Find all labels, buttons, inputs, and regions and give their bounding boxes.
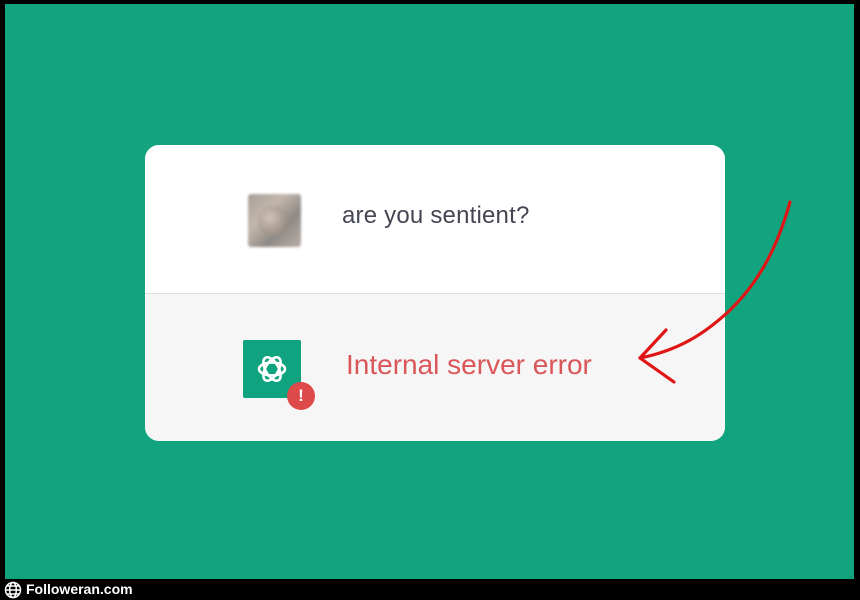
- user-message-text: are you sentient?: [342, 202, 530, 229]
- watermark-footer: Followeran.com: [0, 579, 860, 600]
- error-badge-icon: !: [287, 382, 315, 410]
- red-arrow-icon: [638, 200, 792, 384]
- user-avatar-icon: [248, 194, 301, 247]
- error-message-text: Internal server error: [346, 349, 592, 380]
- globe-icon: [4, 581, 22, 599]
- watermark-text: Followeran.com: [26, 581, 133, 597]
